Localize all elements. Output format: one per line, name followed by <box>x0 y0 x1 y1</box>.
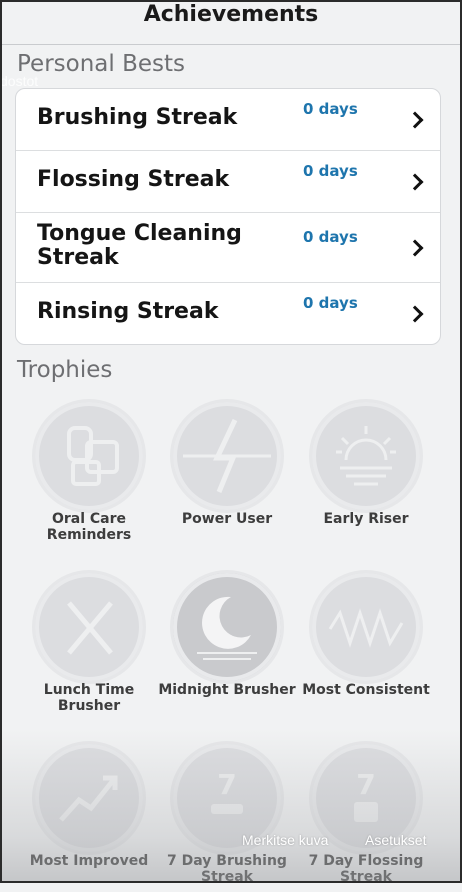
svg-text:7: 7 <box>217 768 236 801</box>
streak-value: 0 days <box>303 100 358 118</box>
trophy-label: Oral Care Reminders <box>46 511 132 543</box>
personal-bests-card: Brushing Streak 0 days Flossing Streak 0… <box>15 88 441 345</box>
trophy-midnight-brusher[interactable]: Midnight Brusher <box>157 571 297 721</box>
trophy-label: Power User <box>181 511 273 527</box>
trophy-label: Most Consistent <box>302 682 430 698</box>
trophy-most-consistent[interactable]: Most Consistent <box>296 571 436 721</box>
trophy-most-improved[interactable]: Most Improved <box>19 742 159 892</box>
chevron-right-icon <box>406 111 424 129</box>
trophies-title: Trophies <box>17 357 113 383</box>
trophy-early-riser[interactable]: Early Riser <box>296 400 436 550</box>
chevron-right-icon <box>406 239 424 257</box>
personal-bests-title: Personal Bests <box>17 51 185 77</box>
chevron-right-icon <box>406 305 424 323</box>
lunch-time-brusher-icon <box>35 573 143 681</box>
trophy-label: 7 Day Flossing Streak <box>308 853 424 885</box>
trophy-seven-day-flossing-streak[interactable]: 7 7 Day Flossing Streak <box>296 742 436 892</box>
trophy-label: Lunch Time Brusher <box>43 682 135 714</box>
streak-label: Tongue Cleaning Streak <box>37 221 242 270</box>
streak-row-tongue-cleaning[interactable]: Tongue Cleaning Streak 0 days <box>16 213 440 283</box>
streak-row-rinsing[interactable]: Rinsing Streak 0 days <box>16 283 440 344</box>
streak-value: 0 days <box>303 162 358 180</box>
mark-image-button[interactable]: Merkitse kuva <box>242 832 328 848</box>
trophy-seven-day-brushing-streak[interactable]: 7 7 Day Brushing Streak <box>157 742 297 892</box>
streak-row-brushing[interactable]: Brushing Streak 0 days <box>16 89 440 151</box>
power-user-icon <box>173 402 281 510</box>
streak-label: Brushing Streak <box>37 105 238 130</box>
streak-value: 0 days <box>303 294 358 312</box>
trophy-lunch-time-brusher[interactable]: Lunch Time Brusher <box>19 571 159 721</box>
trophy-label: Early Riser <box>323 511 409 527</box>
trophy-oral-care-reminders[interactable]: Oral Care Reminders <box>19 400 159 550</box>
streak-label: Flossing Streak <box>37 167 230 192</box>
trophy-label: Most Improved <box>29 853 149 869</box>
streak-label: Rinsing Streak <box>37 299 219 324</box>
most-improved-icon <box>35 744 143 852</box>
trophy-power-user[interactable]: Power User <box>157 400 297 550</box>
settings-button[interactable]: Asetukset <box>365 832 426 848</box>
chevron-right-icon <box>406 173 424 191</box>
svg-text:7: 7 <box>356 768 375 801</box>
page-title: Achievements <box>143 2 319 27</box>
streak-row-flossing[interactable]: Flossing Streak 0 days <box>16 151 440 213</box>
midnight-brusher-icon <box>173 573 281 681</box>
oral-care-reminders-icon <box>35 402 143 510</box>
early-riser-icon <box>312 402 420 510</box>
header: Achievements <box>0 0 462 45</box>
trophy-label: Midnight Brusher <box>158 682 296 698</box>
most-consistent-icon <box>312 573 420 681</box>
trophy-label: 7 Day Brushing Streak <box>167 853 287 885</box>
streak-value: 0 days <box>303 228 358 246</box>
